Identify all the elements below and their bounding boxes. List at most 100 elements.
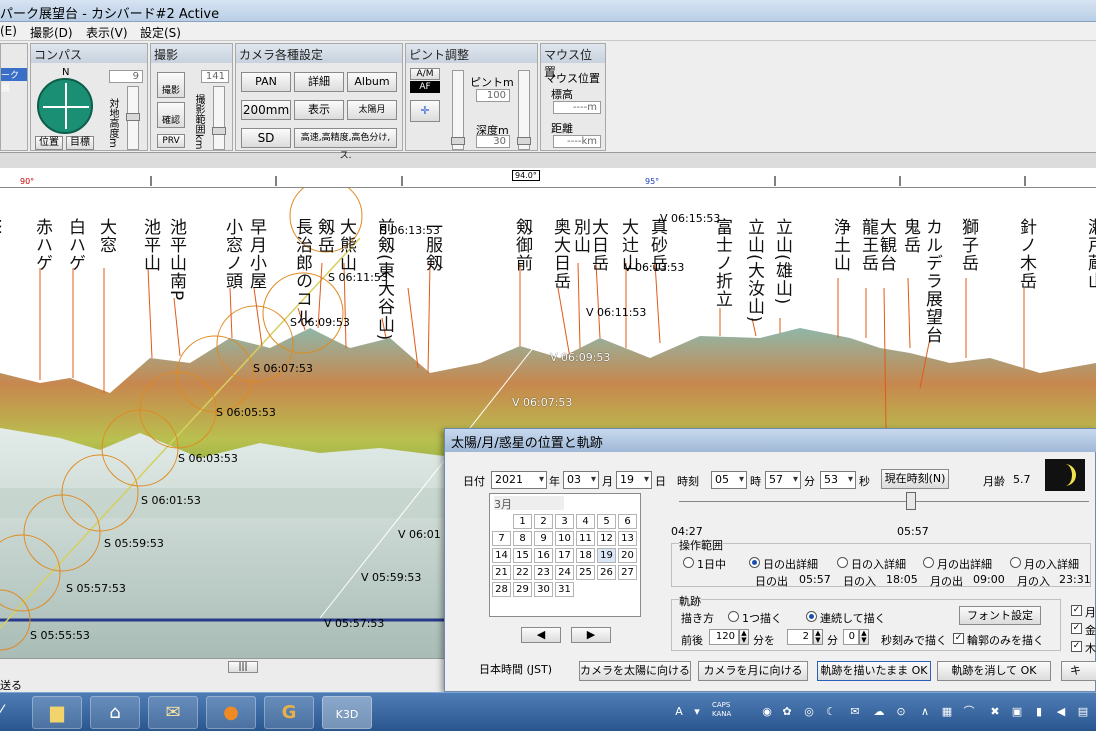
position-button[interactable]: 位置 — [35, 136, 63, 150]
calendar-day[interactable]: 27 — [618, 565, 637, 580]
draw-continuous-radio[interactable] — [806, 611, 817, 622]
tray-icon-8[interactable]: ⌒ — [962, 705, 976, 719]
calendar-day[interactable]: 21 — [492, 565, 511, 580]
tray-icon-9[interactable]: ✖ — [988, 705, 1002, 719]
depth-slider[interactable] — [517, 70, 531, 150]
show-venus-checkbox[interactable]: ✓ — [1071, 623, 1082, 634]
calendar-day[interactable]: 7 — [492, 531, 511, 546]
preview-button[interactable]: PRV — [157, 134, 185, 148]
menu-shoot[interactable]: 撮影(D) — [30, 24, 73, 41]
calendar-day[interactable]: 30 — [534, 582, 553, 597]
hour-select[interactable]: 05 — [711, 471, 747, 489]
calendar-day[interactable]: 15 — [513, 548, 532, 563]
ok-keep-track-button[interactable]: 軌跡を描いたまま OK — [817, 661, 931, 681]
confirm-button[interactable]: 確認 — [157, 102, 185, 128]
calendar-day[interactable]: 6 — [618, 514, 637, 529]
camera-to-sun-button[interactable]: カメラを太陽に向ける — [579, 661, 691, 681]
outline-only-checkbox[interactable]: ✓ — [953, 633, 964, 644]
horizontal-scroll-thumb[interactable]: ||| — [228, 661, 258, 673]
tray-icon-3[interactable]: ◎ — [802, 705, 816, 719]
step-spinner[interactable]: ▲ ▼ — [813, 629, 823, 645]
tray-arrow-icon[interactable]: ▾ — [690, 705, 704, 719]
calendar-day[interactable]: 10 — [555, 531, 574, 546]
menu-edit[interactable]: (E) — [0, 24, 17, 38]
shoot-button[interactable]: 撮影 — [157, 72, 185, 98]
menu-settings[interactable]: 設定(S) — [140, 24, 181, 41]
shoot-range-slider[interactable] — [212, 86, 226, 150]
display-button[interactable]: 表示 — [294, 100, 344, 120]
calendar-day[interactable]: 13 — [618, 531, 637, 546]
detail-button[interactable]: 詳細 — [294, 72, 344, 92]
calendar-day[interactable]: 12 — [597, 531, 616, 546]
range-sunset-radio[interactable] — [837, 557, 848, 568]
cancel-button[interactable]: キ — [1061, 661, 1096, 681]
before-after-input[interactable]: 120 — [709, 629, 739, 645]
calendar-day[interactable]: 25 — [576, 565, 595, 580]
range-allday-radio[interactable] — [683, 557, 694, 568]
altitude-slider[interactable] — [126, 86, 140, 150]
tray-icon-6[interactable]: ⊙ — [894, 705, 908, 719]
ok-clear-track-button[interactable]: 軌跡を消して OK — [937, 661, 1051, 681]
bottom-label[interactable]: 送る — [0, 677, 22, 693]
time-slider-thumb[interactable] — [906, 492, 916, 510]
sec-spinner[interactable]: ▲ ▼ — [859, 629, 869, 645]
af-indicator[interactable]: AF — [410, 81, 440, 93]
tray-network-icon[interactable]: ▮ — [1032, 705, 1046, 719]
calendar-day[interactable]: 2 — [534, 514, 553, 529]
sec-input[interactable]: 0 — [843, 629, 859, 645]
target-button[interactable]: 目標 — [66, 136, 94, 150]
focus-crosshair-button[interactable]: ✛ — [410, 100, 440, 122]
tray-volume-icon[interactable]: ◀ — [1054, 705, 1068, 719]
calendar-day[interactable]: 19 — [597, 548, 616, 563]
second-select[interactable]: 53 — [820, 471, 856, 489]
firefox-task[interactable]: ● — [206, 696, 256, 729]
sd-button[interactable]: SD — [241, 128, 291, 148]
calendar-day[interactable]: 31 — [555, 582, 574, 597]
calendar-day[interactable]: 23 — [534, 565, 553, 580]
calendar[interactable]: 3月 1 2 3 4 5 6 7 8 9 10 11 12 13 14 15 16 17 18 19 20 21 22 23… — [489, 493, 641, 617]
calendar-day[interactable]: 4 — [576, 514, 595, 529]
range-moonrise-radio[interactable] — [923, 557, 934, 568]
compass-dial[interactable] — [37, 78, 93, 134]
before-after-spinner[interactable]: ▲ ▼ — [739, 629, 749, 645]
day-select[interactable]: 19 — [616, 471, 652, 489]
tray-icon-11[interactable]: ▤ — [1076, 705, 1090, 719]
month-select[interactable]: 03 — [563, 471, 599, 489]
tray-icon-2[interactable]: ✿ — [780, 705, 794, 719]
font-settings-button[interactable]: フォント設定 — [959, 606, 1041, 625]
calendar-day[interactable]: 24 — [555, 565, 574, 580]
zoom-200mm-button[interactable]: 200mm — [241, 100, 291, 120]
calendar-day[interactable]: 9 — [534, 531, 553, 546]
time-slider-track[interactable] — [679, 501, 1089, 502]
pan-button[interactable]: PAN — [241, 72, 291, 92]
app-task-2[interactable]: ✉ — [148, 696, 198, 729]
calendar-day[interactable]: 1 — [513, 514, 532, 529]
tray-adobe-icon[interactable]: A — [672, 705, 686, 719]
minute-select[interactable]: 57 — [765, 471, 801, 489]
show-moon-checkbox[interactable]: ✓ — [1071, 605, 1082, 616]
prev-month-button[interactable]: ◀ — [521, 627, 561, 643]
calendar-day[interactable]: 16 — [534, 548, 553, 563]
calendar-day[interactable]: 3 — [555, 514, 574, 529]
calendar-day[interactable]: 18 — [576, 548, 595, 563]
sun-moon-button[interactable]: 太陽月 — [347, 100, 397, 120]
start-icon[interactable]: ⁄ — [0, 701, 16, 723]
menu-view[interactable]: 表示(V) — [86, 24, 128, 41]
calendar-day[interactable]: 17 — [555, 548, 574, 563]
tray-icon-4[interactable]: ☾ — [824, 705, 838, 719]
calendar-day[interactable]: 28 — [492, 582, 511, 597]
tray-pdf-icon[interactable]: ∧ — [918, 705, 932, 719]
now-button[interactable]: 現在時刻(N) — [881, 469, 949, 489]
tray-icon-7[interactable]: ▦ — [940, 705, 954, 719]
calendar-day[interactable]: 8 — [513, 531, 532, 546]
camera-to-moon-button[interactable]: カメラを月に向ける — [698, 661, 808, 681]
tray-icon-5[interactable]: ☁ — [872, 705, 886, 719]
show-jupiter-checkbox[interactable]: ✓ — [1071, 641, 1082, 652]
range-sunrise-radio[interactable] — [749, 557, 760, 568]
am-button[interactable]: A/M — [410, 68, 440, 80]
calendar-day[interactable]: 29 — [513, 582, 532, 597]
year-select[interactable]: 2021 — [491, 471, 547, 489]
calendar-day[interactable]: 14 — [492, 548, 511, 563]
tray-mail-icon[interactable]: ✉ — [848, 705, 862, 719]
focus-slider[interactable] — [451, 70, 465, 150]
